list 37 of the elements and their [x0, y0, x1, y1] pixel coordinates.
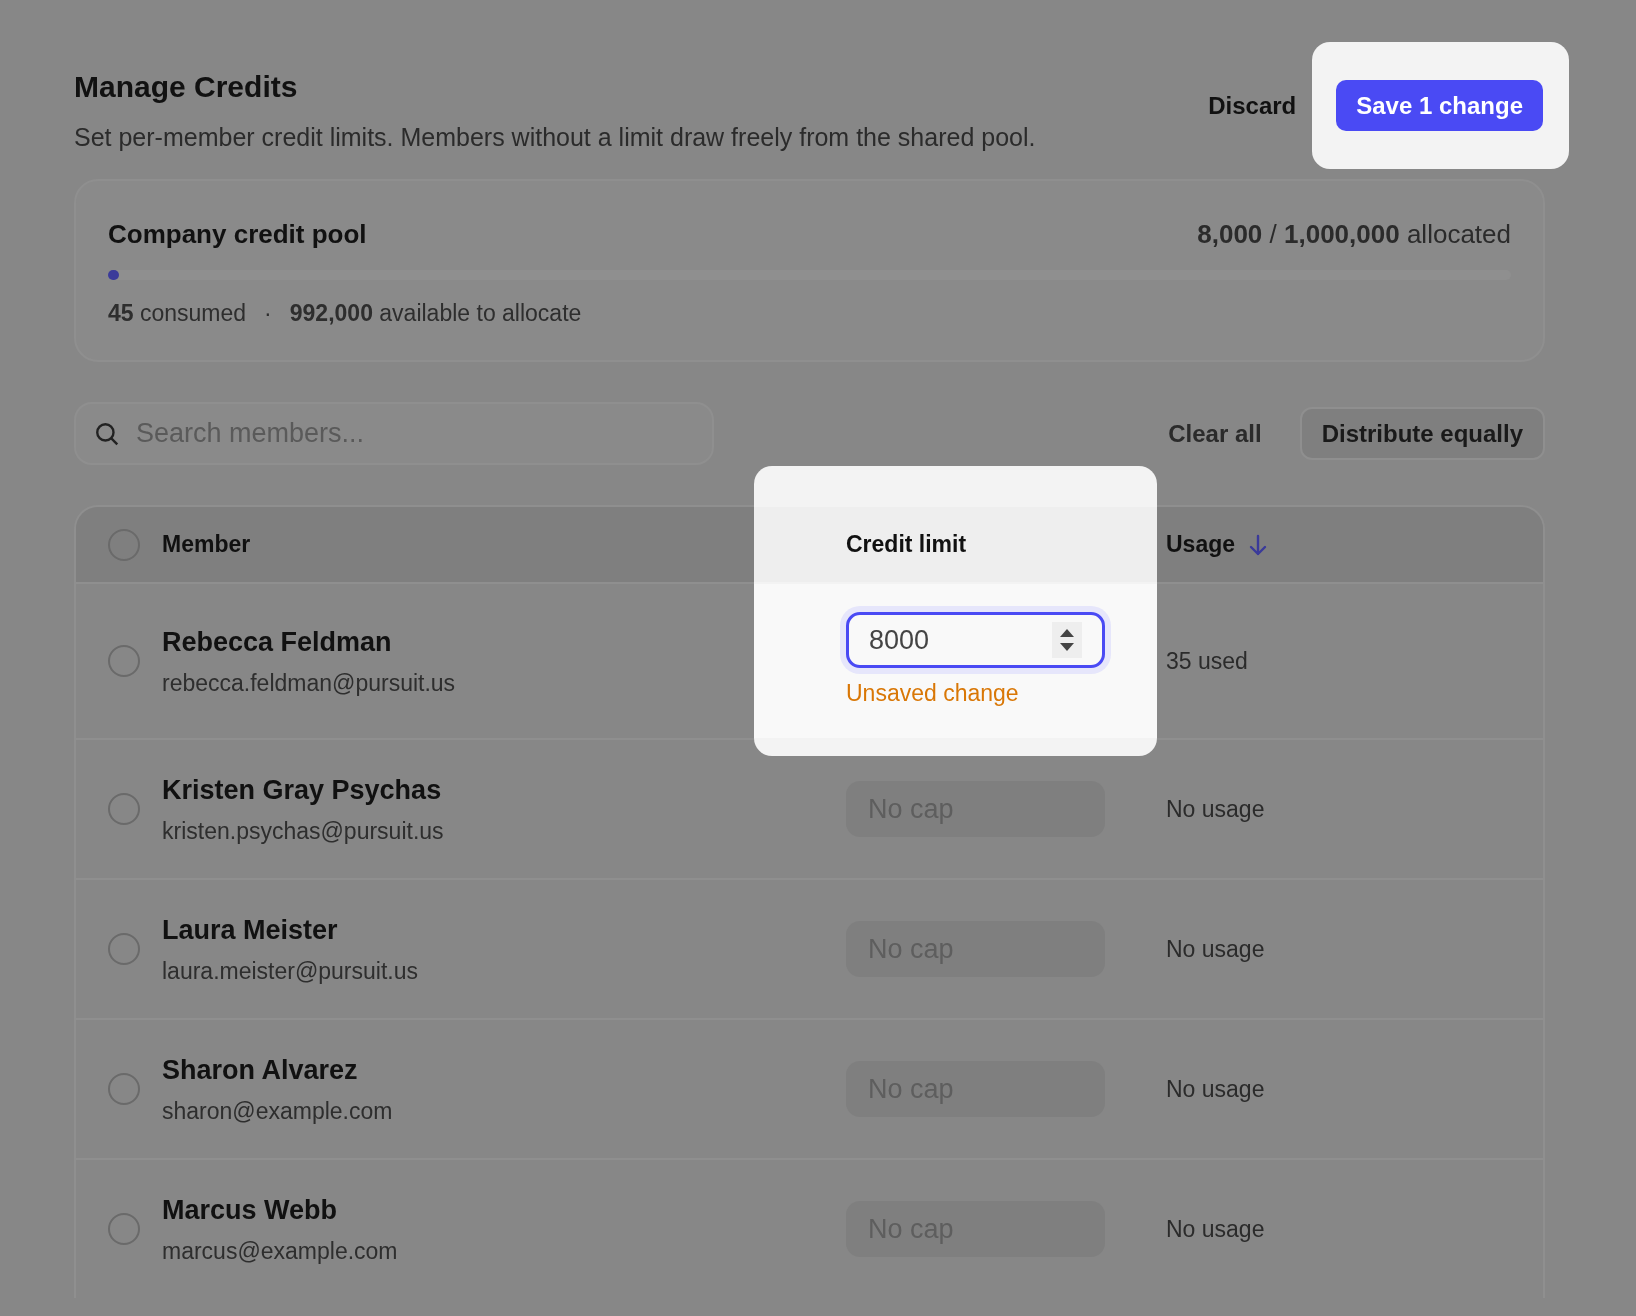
member-email: laura.meister@pursuit.us: [162, 957, 418, 986]
clear-all-button[interactable]: Clear all: [1168, 415, 1262, 452]
stepper-icon[interactable]: [1052, 621, 1082, 658]
usage-value: No usage: [1166, 934, 1265, 964]
checkbox[interactable]: [108, 1073, 140, 1105]
column-header[interactable]: Member: [162, 527, 251, 562]
separator-dot: ·: [264, 298, 272, 328]
consumed-stat: 45 consumed: [108, 298, 247, 328]
member-name: Rebecca Feldman: [162, 625, 393, 659]
member-email: marcus@example.com: [162, 1237, 398, 1266]
column-header[interactable]: Usage: [1166, 527, 1236, 562]
distribute-button[interactable]: Distribute equally: [1299, 407, 1545, 460]
save-button[interactable]: Save 1 change: [1336, 80, 1543, 131]
checkbox[interactable]: [108, 1213, 140, 1245]
checkbox[interactable]: [108, 933, 140, 965]
member-email: sharon@example.com: [162, 1097, 393, 1126]
checkbox[interactable]: [108, 793, 140, 825]
member-name: Kristen Gray Psychas: [162, 773, 443, 807]
available-stat: 992,000 available to allocate: [289, 298, 582, 328]
usage-value: No usage: [1166, 1074, 1265, 1104]
member-email: rebecca.feldman@pursuit.us: [162, 669, 456, 698]
member-name: Laura Meister: [162, 913, 339, 947]
usage-value: No usage: [1166, 794, 1265, 824]
pool-title: Company credit pool: [108, 217, 367, 251]
checkbox[interactable]: [108, 645, 140, 677]
allocated-total: 8,000 / 1,000,000 allocated: [1197, 217, 1511, 251]
page-subtitle: Set per-member credit limits. Members without a limit draw freely from the shared pool.: [74, 122, 1036, 153]
usage-value: 35 used: [1166, 646, 1248, 676]
member-email: kristen.psychas@pursuit.us: [162, 817, 444, 846]
discard-button[interactable]: Discard: [1208, 87, 1297, 124]
unsaved-change-note: Unsaved change: [846, 678, 1020, 708]
member-name: Sharon Alvarez: [162, 1053, 359, 1087]
search-icon: [94, 420, 120, 447]
column-header[interactable]: Credit limit: [846, 527, 967, 562]
member-name: Marcus Webb: [162, 1193, 339, 1227]
page-title: Manage Credits: [74, 69, 299, 105]
usage-value: No usage: [1166, 1214, 1265, 1244]
